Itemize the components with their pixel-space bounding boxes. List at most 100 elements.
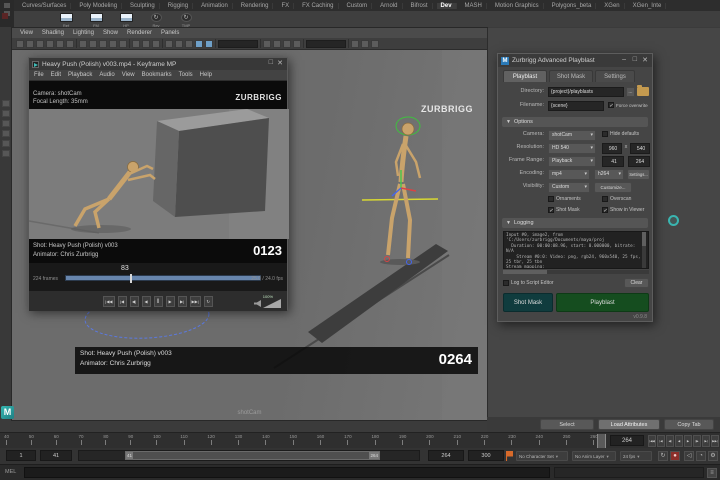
shelf-tab[interactable]: Bifrost: [407, 3, 433, 9]
history-input-icon[interactable]: [132, 40, 140, 48]
maximize-icon[interactable]: □: [633, 56, 637, 63]
player-menu-item[interactable]: Audio: [99, 72, 114, 78]
hide-defaults-checkbox[interactable]: Hide defaults: [602, 131, 639, 137]
shelf-tab[interactable]: Rendering: [237, 3, 274, 9]
make-live-icon[interactable]: [119, 40, 127, 48]
player-transport-button[interactable]: ▶: [166, 296, 175, 307]
panel-menu-item[interactable]: Shading: [42, 30, 64, 36]
paint-tool-icon[interactable]: [2, 120, 10, 127]
shelf-tab[interactable]: Arnold: [376, 3, 402, 9]
player-transport-button[interactable]: ▶▶|: [190, 296, 201, 307]
browse-button[interactable]: ...: [626, 87, 635, 97]
playback-end-field[interactable]: 264: [428, 450, 464, 461]
panel-menu-item[interactable]: View: [20, 30, 33, 36]
divider[interactable]: [348, 39, 349, 48]
transport-button[interactable]: ▶: [684, 435, 692, 447]
shelf-tab[interactable]: FX: [277, 3, 294, 9]
transport-button[interactable]: ▶▶|: [711, 435, 719, 447]
player-menu-item[interactable]: Tools: [179, 72, 193, 78]
player-menu-item[interactable]: Bookmarks: [142, 72, 172, 78]
timeline-tick[interactable]: 120: [207, 434, 215, 448]
copy-tab-button[interactable]: Copy Tab: [664, 419, 714, 430]
panel-menu-item[interactable]: Panels: [161, 30, 179, 36]
player-menu-item[interactable]: File: [34, 72, 44, 78]
directory-input[interactable]: {project}/playblasts: [548, 87, 624, 97]
player-transport-button[interactable]: ◀: [142, 296, 151, 307]
timeline-tick[interactable]: 210: [454, 434, 462, 448]
divider[interactable]: [260, 39, 261, 48]
width-field[interactable]: 960: [602, 143, 622, 154]
lasso-icon[interactable]: [26, 40, 34, 48]
timeline-tick[interactable]: 240: [536, 434, 544, 448]
history-output-icon[interactable]: [142, 40, 150, 48]
clear-log-button[interactable]: Clear: [624, 278, 649, 288]
select-button[interactable]: Select: [540, 419, 594, 430]
resolution-dropdown[interactable]: HD 540: [548, 143, 596, 154]
log-output-area[interactable]: Input #0, image2, from 'C:/Users/zurbrig…: [503, 231, 649, 269]
shelf-button-rev[interactable]: ↻Rev: [146, 13, 166, 28]
select-icon[interactable]: [16, 40, 24, 48]
character-set-dropdown[interactable]: No Character Set: [516, 451, 568, 461]
timeline-tick[interactable]: 220: [481, 434, 489, 448]
mute-audio-icon[interactable]: ◁: [684, 451, 694, 461]
bookmark-flag-icon[interactable]: [506, 451, 513, 461]
menu-collapse-icon[interactable]: [4, 3, 10, 8]
gate-mask-icon[interactable]: [351, 40, 359, 48]
transport-button[interactable]: |◀: [657, 435, 665, 447]
scale-icon[interactable]: [66, 40, 74, 48]
show-in-viewer-checkbox[interactable]: ✓Show in Viewer: [602, 207, 644, 213]
construction-history-icon[interactable]: [152, 40, 160, 48]
close-icon[interactable]: ✕: [277, 59, 283, 67]
lights-icon[interactable]: [263, 40, 271, 48]
snap-grid-icon[interactable]: [79, 40, 87, 48]
range-start-handle[interactable]: 41: [126, 452, 133, 459]
shelf-tab[interactable]: Custom: [343, 3, 373, 9]
log-horizontal-scrollbar[interactable]: [503, 270, 649, 274]
divider[interactable]: [129, 39, 130, 48]
shot-mask-checkbox[interactable]: ✓Shot Mask: [548, 207, 580, 213]
divider[interactable]: [215, 39, 216, 48]
range-end-handle[interactable]: 264: [369, 452, 379, 459]
frame-range-dropdown[interactable]: Playback: [548, 156, 596, 167]
tab-shot-mask[interactable]: Shot Mask: [549, 70, 593, 82]
rotate-icon[interactable]: [56, 40, 64, 48]
timeline-tick[interactable]: 60: [54, 434, 59, 448]
shelf-tab[interactable]: Dev: [437, 3, 457, 9]
snap-curve-icon[interactable]: [89, 40, 97, 48]
paint-select-icon[interactable]: [36, 40, 44, 48]
maximize-icon[interactable]: □: [269, 59, 273, 66]
player-playhead[interactable]: [130, 274, 132, 283]
isolate-select-icon[interactable]: [371, 40, 379, 48]
shelf-button-tmp[interactable]: ↻TMP: [176, 13, 196, 28]
player-menu-item[interactable]: View: [122, 72, 135, 78]
resolution-gate-field[interactable]: [306, 40, 346, 48]
transport-button[interactable]: ◀|: [666, 435, 674, 447]
panel-menu-item[interactable]: Show: [103, 30, 118, 36]
transport-button[interactable]: |◀◀: [648, 435, 656, 447]
textured-icon[interactable]: [205, 40, 213, 48]
shelf-tab[interactable]: Poly Modeling: [75, 3, 122, 9]
camera-dropdown[interactable]: shotCam: [548, 130, 596, 141]
timeline-tick[interactable]: 180: [371, 434, 379, 448]
lasso-tool-icon[interactable]: [2, 110, 10, 117]
log-vertical-scrollbar[interactable]: [642, 232, 646, 268]
timeline-tick[interactable]: 90: [128, 434, 133, 448]
move-icon[interactable]: [46, 40, 54, 48]
timeline-tick[interactable]: 200: [426, 434, 434, 448]
timeline-tick[interactable]: 130: [235, 434, 243, 448]
player-menu-item[interactable]: Help: [200, 72, 212, 78]
shelf-tab[interactable]: Rigging: [164, 3, 193, 9]
end-frame-field[interactable]: 264: [628, 156, 650, 167]
player-transport-button[interactable]: ◀|: [130, 296, 139, 307]
grid-icon[interactable]: [361, 40, 369, 48]
log-to-script-editor-checkbox[interactable]: Log to Script Editor: [503, 280, 554, 286]
shelf-tab[interactable]: XGen: [600, 3, 624, 9]
encoder-settings-button[interactable]: Settings...: [627, 169, 650, 180]
timeline-tick[interactable]: 150: [289, 434, 297, 448]
playback-loop-icon[interactable]: ↻: [658, 451, 668, 461]
timeline-tick[interactable]: 140: [262, 434, 270, 448]
snap-point-icon[interactable]: [99, 40, 107, 48]
shadows-icon[interactable]: [273, 40, 281, 48]
open-folder-icon[interactable]: [637, 87, 649, 96]
close-icon[interactable]: ✕: [642, 56, 648, 64]
